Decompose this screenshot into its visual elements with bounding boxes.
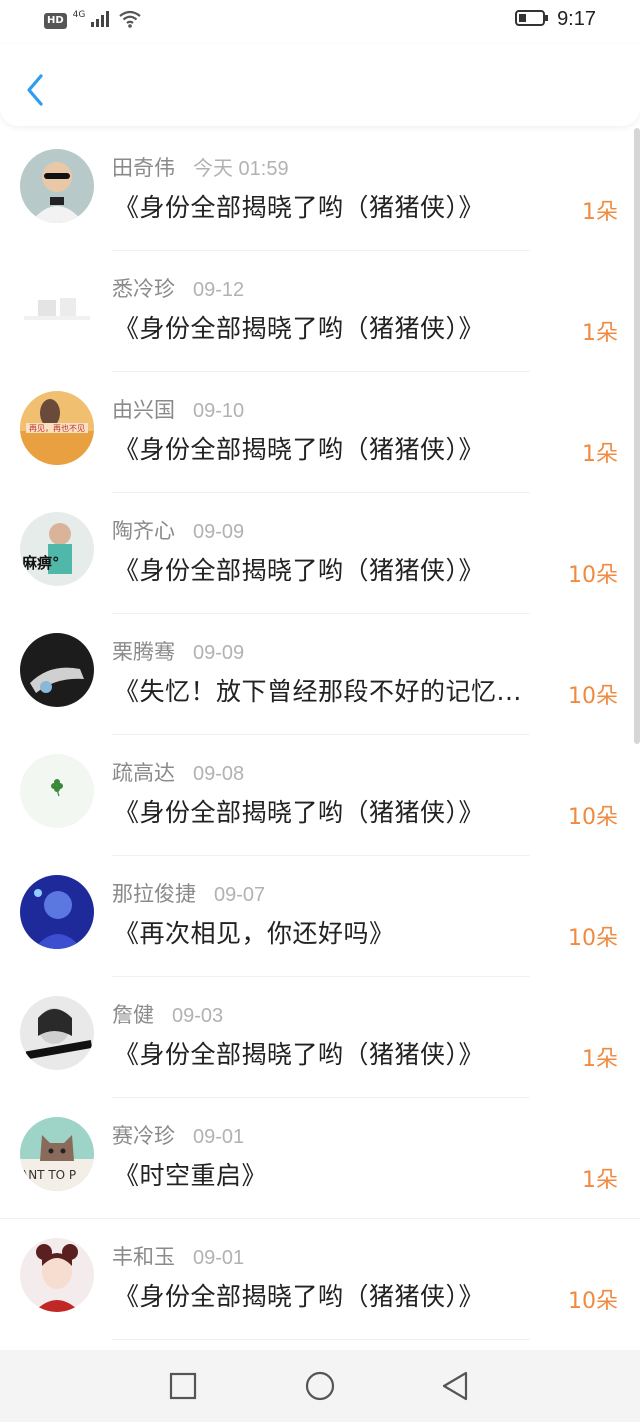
avatar[interactable] (20, 633, 94, 707)
flower-count: 10朵 (568, 805, 618, 830)
list-item[interactable]: 悉冷珍 09-12 《身份全部揭晓了哟（猪猪侠）》 1朵 (0, 251, 640, 372)
record-date: 09-01 (193, 1247, 245, 1269)
flower-count: 1朵 (582, 442, 618, 467)
name-line: 由兴国 09-10 (112, 394, 244, 424)
user-name: 悉冷珍 (112, 277, 175, 301)
gift-record-list[interactable]: 田奇伟 今天 01:59 《身份全部揭晓了哟（猪猪侠）》 1朵 悉冷珍 09-1… (0, 130, 640, 1348)
name-line: 詹健 09-03 (112, 999, 223, 1029)
svg-text:麻痹°: 麻痹° (21, 554, 60, 572)
article-title[interactable]: 《时空重启》 (114, 1156, 544, 1192)
status-right: 9:17 (515, 8, 596, 31)
record-date: 09-01 (193, 1126, 245, 1148)
flower-count: 10朵 (568, 563, 618, 588)
square-icon (169, 1372, 197, 1400)
battery-icon (515, 9, 549, 31)
article-title[interactable]: 《身份全部揭晓了哟（猪猪侠）》 (114, 188, 544, 224)
list-item[interactable]: 田奇伟 今天 01:59 《身份全部揭晓了哟（猪猪侠）》 1朵 (0, 130, 640, 251)
article-title[interactable]: 《失忆！放下曾经那段不好的记忆... (114, 672, 544, 708)
article-title[interactable]: 《身份全部揭晓了哟（猪猪侠）》 (114, 430, 544, 466)
name-line: 田奇伟 今天 01:59 (112, 152, 289, 182)
divider (112, 1339, 530, 1340)
list-item[interactable]: 疏高达 09-08 《身份全部揭晓了哟（猪猪侠）》 10朵 (0, 735, 640, 856)
list-item[interactable]: 詹健 09-03 《身份全部揭晓了哟（猪猪侠）》 1朵 (0, 977, 640, 1098)
user-name: 陶齐心 (112, 519, 175, 543)
avatar[interactable] (20, 149, 94, 223)
article-title[interactable]: 《身份全部揭晓了哟（猪猪侠）》 (114, 551, 544, 587)
circle-icon (305, 1371, 335, 1401)
flower-count: 10朵 (568, 684, 618, 709)
article-title[interactable]: 《再次相见，你还好吗》 (114, 914, 544, 950)
user-name: 丰和玉 (112, 1245, 175, 1269)
name-line: 栗腾骞 09-09 (112, 636, 244, 666)
record-date: 09-03 (172, 1005, 224, 1027)
list-item[interactable]: 那拉俊捷 09-07 《再次相见，你还好吗》 10朵 (0, 856, 640, 977)
avatar[interactable] (20, 875, 94, 949)
user-name: 由兴国 (112, 398, 175, 422)
avatar[interactable] (20, 996, 94, 1070)
flower-count: 1朵 (582, 321, 618, 346)
avatar[interactable]: ANT TO P (20, 1117, 94, 1191)
svg-text:ANT TO P: ANT TO P (20, 1168, 76, 1182)
record-date: 09-09 (193, 642, 245, 664)
article-title[interactable]: 《身份全部揭晓了哟（猪猪侠）》 (114, 1277, 544, 1313)
system-nav-bar (0, 1350, 640, 1422)
app-header (0, 44, 640, 126)
user-name: 赛冷珍 (112, 1124, 175, 1148)
name-line: 丰和玉 09-01 (112, 1241, 244, 1271)
user-name: 那拉俊捷 (112, 882, 196, 906)
clock: 9:17 (557, 8, 596, 30)
record-date: 09-08 (193, 763, 245, 785)
user-name: 栗腾骞 (112, 640, 175, 664)
flower-count: 1朵 (582, 200, 618, 225)
list-item[interactable]: 再见，再也不见 由兴国 09-10 《身份全部揭晓了哟（猪猪侠）》 1朵 (0, 372, 640, 493)
article-title[interactable]: 《身份全部揭晓了哟（猪猪侠）》 (114, 309, 544, 345)
name-line: 疏高达 09-08 (112, 757, 244, 787)
home-button[interactable] (302, 1368, 338, 1404)
nav-back-button[interactable] (437, 1368, 473, 1404)
name-line: 那拉俊捷 09-07 (112, 878, 265, 908)
network-type: 4G (72, 10, 86, 20)
list-item[interactable]: 丰和玉 09-01 《身份全部揭晓了哟（猪猪侠）》 10朵 (0, 1219, 640, 1340)
name-line: 赛冷珍 09-01 (112, 1120, 244, 1150)
status-left: HD 4G (44, 10, 142, 32)
user-name: 田奇伟 (112, 156, 175, 180)
avatar[interactable] (20, 1238, 94, 1312)
wifi-icon (119, 10, 142, 32)
list-item[interactable]: 麻痹° 陶齐心 09-09 《身份全部揭晓了哟（猪猪侠）》 10朵 (0, 493, 640, 614)
list-item[interactable]: ANT TO P 赛冷珍 09-01 《时空重启》 1朵 (0, 1098, 640, 1219)
status-bar: HD 4G 9:17 (0, 0, 640, 44)
record-date: 09-10 (193, 400, 245, 422)
avatar[interactable]: 麻痹° (20, 512, 94, 586)
record-date: 今天 01:59 (193, 158, 289, 180)
scrollbar[interactable] (634, 128, 640, 744)
flower-count: 1朵 (582, 1168, 618, 1193)
name-line: 悉冷珍 09-12 (112, 273, 244, 303)
flower-count: 10朵 (568, 1289, 618, 1314)
name-line: 陶齐心 09-09 (112, 515, 244, 545)
recent-apps-button[interactable] (165, 1368, 201, 1404)
back-button[interactable] (18, 70, 52, 110)
flower-count: 1朵 (582, 1047, 618, 1072)
signal-icon (91, 11, 113, 31)
article-title[interactable]: 《身份全部揭晓了哟（猪猪侠）》 (114, 793, 544, 829)
user-name: 詹健 (112, 1003, 154, 1027)
hd-badge: HD (44, 13, 67, 29)
avatar[interactable] (20, 270, 94, 344)
flower-count: 10朵 (568, 926, 618, 951)
record-date: 09-12 (193, 279, 245, 301)
avatar[interactable] (20, 754, 94, 828)
chevron-left-icon (27, 74, 43, 106)
user-name: 疏高达 (112, 761, 175, 785)
article-title[interactable]: 《身份全部揭晓了哟（猪猪侠）》 (114, 1035, 544, 1071)
avatar[interactable]: 再见，再也不见 (20, 391, 94, 465)
record-date: 09-07 (214, 884, 266, 906)
list-item[interactable]: 栗腾骞 09-09 《失忆！放下曾经那段不好的记忆... 10朵 (0, 614, 640, 735)
record-date: 09-09 (193, 521, 245, 543)
svg-text:再见，再也不见: 再见，再也不见 (29, 423, 85, 433)
triangle-back-icon (442, 1371, 468, 1401)
